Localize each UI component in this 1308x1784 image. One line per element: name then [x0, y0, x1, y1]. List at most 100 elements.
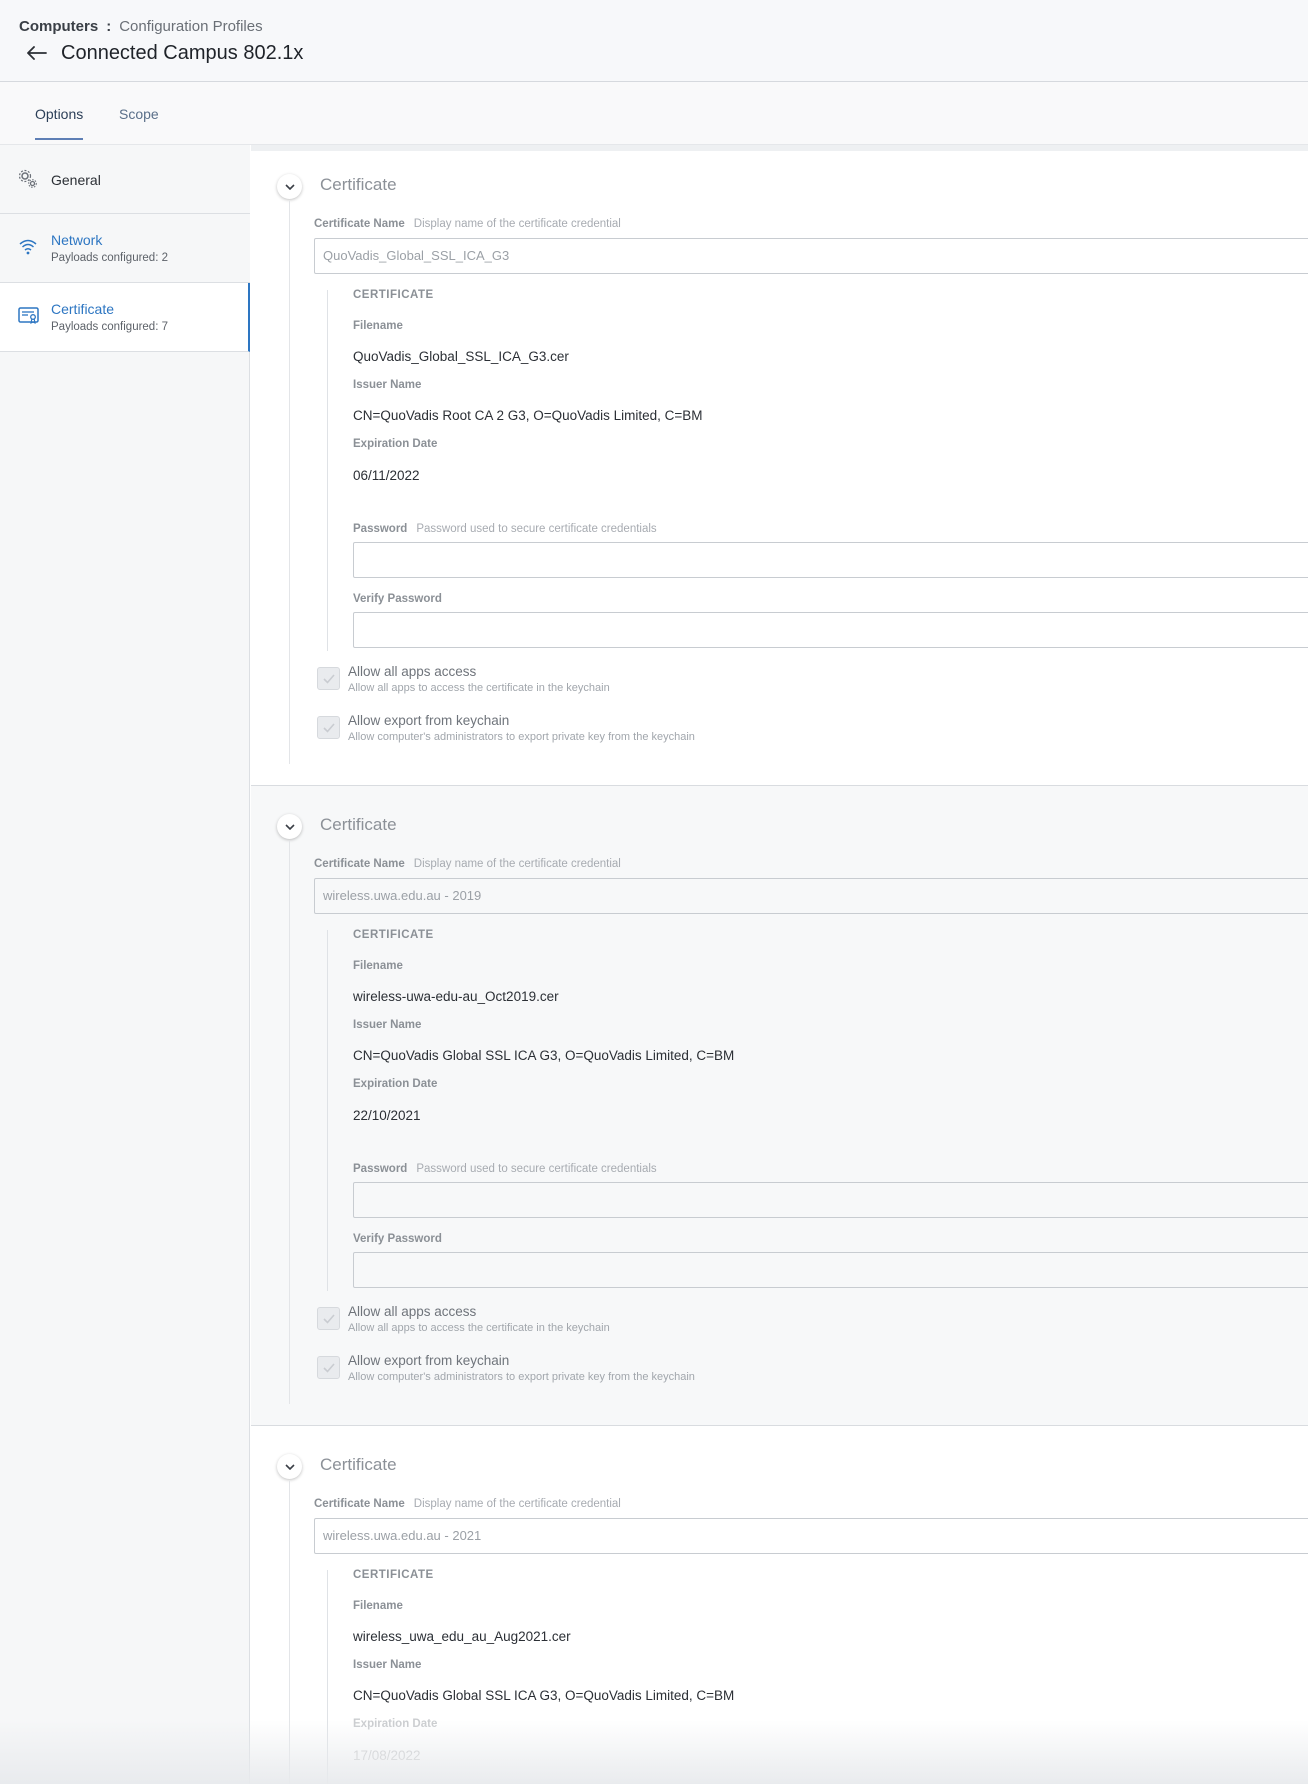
breadcrumb-current[interactable]: Configuration Profiles	[119, 18, 262, 35]
section-title: Certificate	[320, 175, 397, 194]
filename-value: QuoVadis_Global_SSL_ICA_G3.cer	[353, 349, 569, 364]
cert-name-input[interactable]: wireless.uwa.edu.au - 2021	[314, 1518, 1308, 1554]
chevron-down-icon[interactable]	[277, 1454, 302, 1479]
allow-apps-description: Allow all apps to access the certificate…	[348, 1322, 610, 1334]
cert-name-input[interactable]: QuoVadis_Global_SSL_ICA_G3	[314, 238, 1308, 274]
verify-password-field[interactable]	[353, 612, 1308, 648]
password-field[interactable]	[353, 542, 1308, 578]
sidebar-item-general[interactable]: General	[0, 145, 250, 214]
allow-apps-checkbox[interactable]	[317, 1307, 340, 1330]
back-arrow-icon[interactable]	[26, 42, 48, 64]
section-divider	[251, 1425, 1308, 1426]
sidebar-item-certificate[interactable]: Certificate Payloads configured: 7	[0, 283, 250, 352]
expiration-value: 17/08/2022	[353, 1748, 421, 1763]
page-header: Computers : Configuration Profiles Conne…	[0, 0, 1308, 82]
certificate-section: Certificate Certificate Name Display name…	[251, 1425, 1308, 1784]
page-title: Connected Campus 802.1x	[61, 42, 304, 64]
gear-icon	[18, 169, 40, 191]
breadcrumb: Computers : Configuration Profiles	[19, 18, 263, 35]
issuer-value: CN=QuoVadis Root CA 2 G3, O=QuoVadis Lim…	[353, 408, 703, 423]
cert-name-label-text: Certificate Name	[314, 1498, 405, 1510]
sidebar-item-network[interactable]: Network Payloads configured: 2	[0, 214, 250, 283]
section-title: Certificate	[320, 815, 397, 834]
expiration-label: Expiration Date	[353, 1718, 438, 1730]
cert-details-line	[327, 930, 328, 1291]
password-label: Password Password used to secure certific…	[353, 523, 657, 535]
cert-name-label: Certificate Name Display name of the cert…	[314, 1498, 621, 1510]
section-vertical-line	[289, 1481, 290, 1784]
allow-export-description: Allow computer's administrators to expor…	[348, 731, 695, 743]
section-vertical-line	[289, 201, 290, 764]
checkmark-icon	[322, 1313, 335, 1324]
checkmark-icon	[322, 722, 335, 733]
chevron-down-icon[interactable]	[277, 814, 302, 839]
expiration-label: Expiration Date	[353, 1078, 438, 1090]
breadcrumb-root[interactable]: Computers	[19, 18, 98, 35]
expiration-label: Expiration Date	[353, 438, 438, 450]
cert-name-input[interactable]: wireless.uwa.edu.au - 2019	[314, 878, 1308, 914]
payload-sidebar: General Network Payloads configured: 2 C…	[0, 145, 250, 1784]
cert-name-hint: Display name of the certificate credenti…	[413, 858, 621, 870]
filename-label: Filename	[353, 1600, 403, 1612]
cert-name-label-text: Certificate Name	[314, 218, 405, 230]
expiration-value: 06/11/2022	[353, 468, 420, 483]
tab-scope[interactable]: Scope	[119, 106, 159, 122]
verify-password-label: Verify Password	[353, 1233, 442, 1245]
allow-export-label: Allow export from keychain	[348, 713, 510, 728]
issuer-label: Issuer Name	[353, 1019, 422, 1031]
cert-details-line	[327, 1570, 328, 1784]
password-label: Password Password used to secure certific…	[353, 1163, 657, 1175]
chevron-down-icon[interactable]	[277, 174, 302, 199]
cert-details-line	[327, 290, 328, 651]
tab-bar: Options Scope	[0, 82, 1308, 145]
allow-export-label: Allow export from keychain	[348, 1353, 510, 1368]
certificate-section: Certificate Certificate Name Display name…	[251, 145, 1308, 785]
cert-name-label-text: Certificate Name	[314, 858, 405, 870]
verify-password-label: Verify Password	[353, 593, 442, 605]
allow-apps-label: Allow all apps access	[348, 1304, 477, 1319]
section-divider	[251, 785, 1308, 786]
wifi-icon	[18, 238, 40, 260]
verify-password-field[interactable]	[353, 1252, 1308, 1288]
allow-export-checkbox[interactable]	[317, 1356, 340, 1379]
cert-heading: CERTIFICATE	[353, 289, 434, 301]
filename-label: Filename	[353, 960, 403, 972]
filename-value: wireless-uwa-edu-au_Oct2019.cer	[353, 989, 559, 1004]
certificate-section: Certificate Certificate Name Display name…	[251, 785, 1308, 1425]
allow-apps-description: Allow all apps to access the certificate…	[348, 682, 610, 694]
issuer-label: Issuer Name	[353, 1659, 422, 1671]
password-label-text: Password	[353, 1163, 408, 1175]
filename-label: Filename	[353, 320, 403, 332]
checkmark-icon	[322, 1362, 335, 1373]
sidebar-item-label: General	[51, 172, 101, 188]
allow-apps-checkbox[interactable]	[317, 667, 340, 690]
certificate-icon	[18, 306, 40, 328]
cert-name-label: Certificate Name Display name of the cert…	[314, 218, 621, 230]
cert-name-label: Certificate Name Display name of the cert…	[314, 858, 621, 870]
breadcrumb-separator: :	[106, 18, 112, 35]
sidebar-item-subtitle: Payloads configured: 2	[51, 252, 168, 264]
cert-heading: CERTIFICATE	[353, 929, 434, 941]
filename-value: wireless_uwa_edu_au_Aug2021.cer	[353, 1629, 571, 1644]
section-vertical-line	[289, 841, 290, 1404]
tab-options[interactable]: Options	[35, 106, 84, 140]
sidebar-item-label: Certificate	[51, 301, 115, 317]
password-hint: Password used to secure certificate cred…	[416, 523, 657, 535]
password-hint: Password used to secure certificate cred…	[416, 1163, 657, 1175]
password-label-text: Password	[353, 523, 408, 535]
allow-export-checkbox[interactable]	[317, 716, 340, 739]
password-field[interactable]	[353, 1182, 1308, 1218]
cert-name-hint: Display name of the certificate credenti…	[413, 218, 621, 230]
cert-name-hint: Display name of the certificate credenti…	[413, 1498, 621, 1510]
cert-heading: CERTIFICATE	[353, 1569, 434, 1581]
allow-export-description: Allow computer's administrators to expor…	[348, 1371, 695, 1383]
issuer-value: CN=QuoVadis Global SSL ICA G3, O=QuoVadi…	[353, 1688, 735, 1703]
issuer-label: Issuer Name	[353, 379, 422, 391]
expiration-value: 22/10/2021	[353, 1108, 421, 1123]
sidebar-item-label: Network	[51, 232, 103, 248]
sidebar-item-subtitle: Payloads configured: 7	[51, 321, 168, 333]
allow-apps-label: Allow all apps access	[348, 664, 477, 679]
issuer-value: CN=QuoVadis Global SSL ICA G3, O=QuoVadi…	[353, 1048, 735, 1063]
checkmark-icon	[322, 673, 335, 684]
payload-content: Certificate Certificate Name Display name…	[251, 145, 1308, 1784]
